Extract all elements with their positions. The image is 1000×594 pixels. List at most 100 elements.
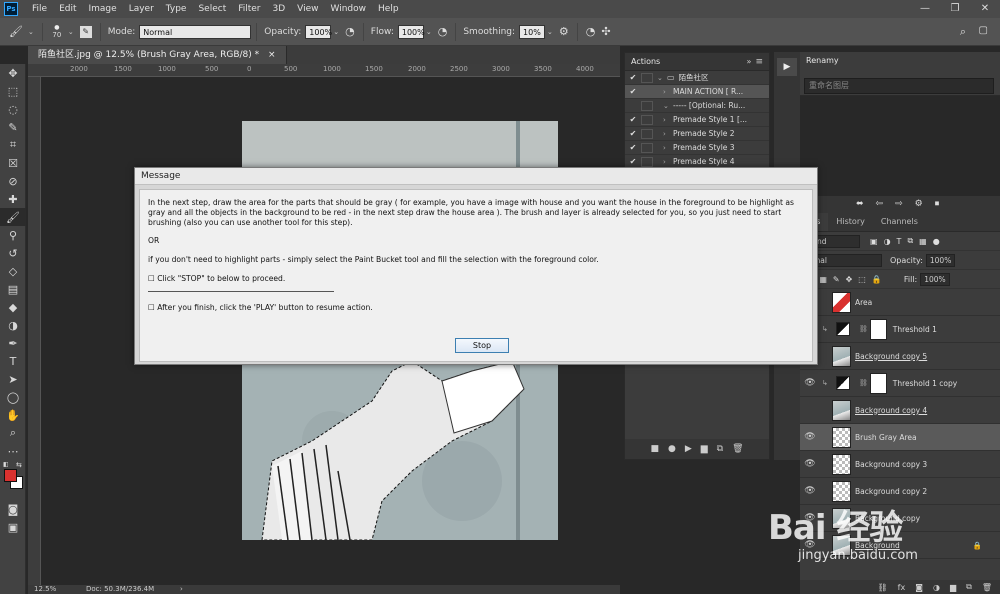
history-brush-tool-icon[interactable]: ↺ [0,244,26,262]
hand-tool-icon[interactable]: ✋ [0,406,26,424]
pressure-size-icon[interactable]: ◔ [586,25,596,38]
path-select-tool-icon[interactable]: ➤ [0,370,26,388]
toggle-dialog-icon[interactable] [641,72,653,83]
layer-row[interactable]: Background copy 5 [800,343,1000,370]
menu-file[interactable]: File [26,0,53,18]
lasso-tool-icon[interactable]: ◌ [0,100,26,118]
search-icon[interactable]: ⌕ [960,25,966,39]
layer-opacity-input[interactable]: 100% [925,253,956,267]
layer-row[interactable]: 👁 Brush Gray Area [800,424,1000,451]
action-row[interactable]: ✔ › Premade Style 3 [625,141,769,155]
toggle-dialog-icon[interactable] [641,128,653,139]
action-row[interactable]: ✔ ⌄ ▭ 陌鱼社区 [625,71,769,85]
lock-artboard-icon[interactable]: ⬚ [858,275,866,284]
mode-select[interactable]: Normal [139,24,252,39]
toggle-dialog-icon[interactable] [641,114,653,125]
panel-menu-icon[interactable]: ≡ [755,57,763,67]
layer-row[interactable]: 👁 ↳ ⛓ Threshold 1 copy [800,370,1000,397]
toggle-item-icon[interactable]: ✔ [625,87,641,96]
type-filter-icon[interactable]: T [897,237,902,246]
toggle-dialog-icon[interactable] [641,156,653,167]
visibility-icon[interactable]: 👁 [800,378,820,388]
collapse-icon[interactable]: » [747,57,752,66]
link-icon[interactable]: ⛓ [859,379,868,387]
renamy-panel-title[interactable]: Renamy [806,56,839,65]
filter-toggle-icon[interactable]: ● [933,237,940,246]
menu-3d[interactable]: 3D [267,0,292,18]
quick-mask-icon[interactable]: ◙ [0,500,26,518]
tab-history[interactable]: History [828,213,872,231]
stop-button[interactable]: Stop [455,338,509,353]
lock-transparent-icon[interactable]: ▦ [819,275,827,284]
zoom-tool-icon[interactable]: ⌕ [0,424,26,442]
menu-layer[interactable]: Layer [123,0,160,18]
stop-icon[interactable]: ⏹ [935,199,940,209]
frame-tool-icon[interactable]: ☒ [0,154,26,172]
default-colors-icon[interactable]: ◧ [3,461,9,468]
visibility-icon[interactable]: 👁 [800,459,820,469]
visibility-icon[interactable]: 👁 [800,486,820,496]
type-tool-icon[interactable]: T [0,352,26,370]
shape-filter-icon[interactable]: ⧉ [907,236,913,246]
brush-settings-icon[interactable]: ✎ [79,25,92,38]
action-row[interactable]: ✔ › MAIN ACTION [ R... [625,85,769,99]
screen-mode-icon[interactable]: ▣ [0,518,26,536]
crop-tool-icon[interactable]: ⌗ [0,136,26,154]
blur-tool-icon[interactable]: ◆ [0,298,26,316]
delete-icon[interactable]: 🗑 [732,444,743,454]
eyedropper-tool-icon[interactable]: ⊘ [0,172,26,190]
menu-type[interactable]: Type [160,0,193,18]
pressure-opacity-icon[interactable]: ◔ [345,25,355,38]
layer-row[interactable]: ↳ ⛓ Threshold 1 [800,316,1000,343]
chevron-down-icon[interactable]: ⌄ [426,28,432,36]
brush-preset-picker[interactable]: ● 70 [48,24,66,39]
chevron-down-icon[interactable]: ⌄ [333,28,339,36]
toggle-item-icon[interactable]: ✔ [625,129,641,138]
airbrush-icon[interactable]: ◔ [438,25,448,38]
arrow-left-icon[interactable]: ⇦ [876,199,884,209]
adjustment-filter-icon[interactable]: ◑ [884,237,891,246]
expand-icon[interactable]: › [663,130,673,138]
layer-mask-thumbnail[interactable] [869,372,887,394]
new-set-icon[interactable]: ▆ [701,444,708,454]
record-icon[interactable]: ● [668,444,676,454]
layer-row[interactable]: 👁 Background copy 3 [800,451,1000,478]
rename-input[interactable]: 重命名图层 [804,78,994,94]
chevron-down-icon[interactable]: ⌄ [68,28,74,36]
action-row[interactable]: ✔ › Premade Style 1 [... [625,113,769,127]
toggle-dialog-icon[interactable] [641,86,653,97]
ellipse-tool-icon[interactable]: ◯ [0,388,26,406]
menu-window[interactable]: Window [325,0,373,18]
play-selection-icon[interactable]: ▶ [685,444,692,454]
expand-icon[interactable]: › [663,158,673,166]
expand-icon[interactable]: › [663,144,673,152]
toggle-item-icon[interactable]: ✔ [625,143,641,152]
fill-input[interactable]: 100% [920,272,950,286]
layer-mask-thumbnail[interactable] [869,318,887,340]
restore-icon[interactable]: ❐ [940,0,970,18]
toggle-item-icon[interactable]: ✔ [625,115,641,124]
expand-icon[interactable]: ⌄ [663,102,673,110]
chevron-down-icon[interactable]: ⌄ [28,28,34,36]
toggle-dialog-icon[interactable] [641,100,653,111]
chevron-down-icon[interactable]: ⌄ [547,28,553,36]
tab-close-icon[interactable]: × [268,50,276,60]
brush-tool-icon[interactable]: 🖌 [9,25,23,38]
link-icon[interactable]: ⛓ [859,325,868,333]
actions-panel-title[interactable]: Actions [631,57,660,66]
expand-icon[interactable]: ⌄ [657,74,667,82]
layer-comp-icon[interactable]: ⬌ [856,199,864,209]
symmetry-icon[interactable]: ✣ [601,25,610,38]
swap-colors-icon[interactable]: ⇆ [16,461,22,469]
eraser-tool-icon[interactable]: ◇ [0,262,26,280]
action-row[interactable]: ⌄ ----- [Optional: Ru... [625,99,769,113]
workspace-icon[interactable]: ▢ [979,25,988,36]
menu-help[interactable]: Help [372,0,405,18]
expand-icon[interactable]: › [663,88,673,96]
new-action-icon[interactable]: ⧉ [717,444,723,454]
gear-icon[interactable]: ⚙ [915,199,923,209]
marquee-tool-icon[interactable]: ⬚ [0,82,26,100]
document-tab[interactable]: 陌鱼社区.jpg @ 12.5% (Brush Gray Area, RGB/8… [28,46,287,64]
action-row[interactable]: ✔ › Premade Style 2 [625,127,769,141]
layer-row[interactable]: Background copy 4 [800,397,1000,424]
